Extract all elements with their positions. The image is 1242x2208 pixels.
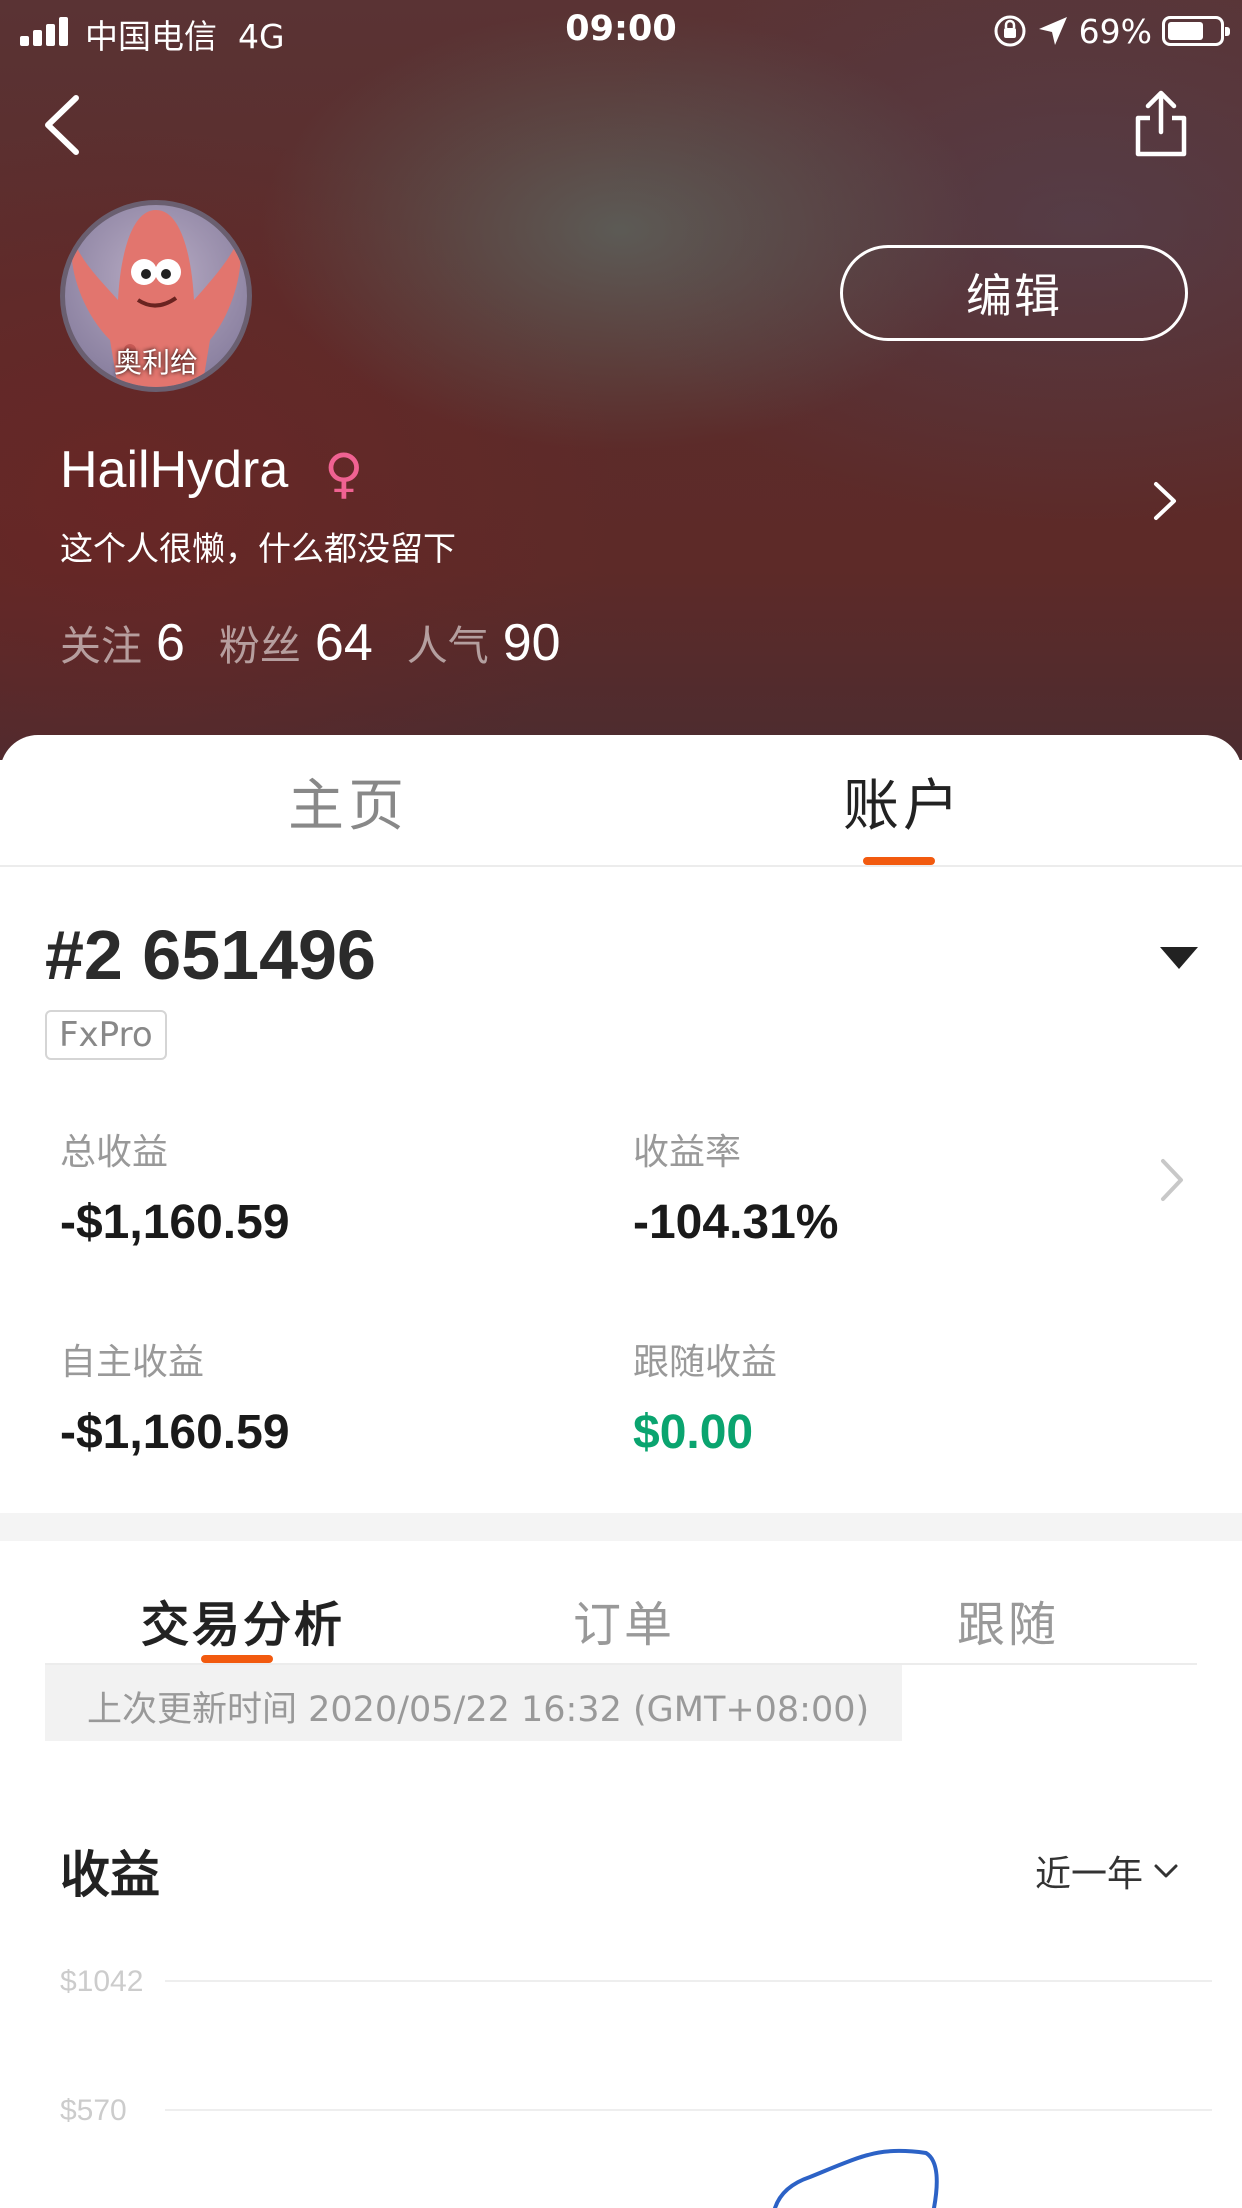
battery-icon — [1162, 16, 1230, 46]
chevron-right-icon[interactable] — [1150, 478, 1180, 524]
earnings-section-title: 收益 — [60, 1846, 160, 1904]
earnings-line-chart: $1042 $570 — [60, 1965, 1212, 2208]
last-update-banner: 上次更新时间 2020/05/22 16:32 (GMT+08:00) — [45, 1665, 902, 1741]
metric-copy-earnings-value: $0.00 — [633, 1406, 754, 1459]
stat-following[interactable]: 关注 6 — [60, 612, 185, 673]
stat-value: 64 — [314, 614, 373, 672]
metric-total-earnings-label: 总收益 — [60, 1132, 169, 1173]
stat-label: 粉丝 — [218, 622, 301, 670]
avatar[interactable]: 奥利给 — [60, 200, 252, 392]
location-arrow-icon — [1038, 17, 1067, 45]
broker-badge: FxPro — [45, 1010, 167, 1060]
tab-home[interactable]: 主页 — [288, 761, 408, 842]
female-gender-icon: ♀ — [324, 442, 364, 505]
metric-return-rate-label: 收益率 — [633, 1132, 742, 1173]
metric-self-earnings-label: 自主收益 — [60, 1342, 205, 1383]
tab-trade-analysis[interactable]: 交易分析 — [141, 1585, 345, 1655]
stat-value: 90 — [502, 614, 561, 672]
status-right: 69% — [993, 10, 1230, 52]
profile-bio: 这个人很懒，什么都没留下 — [60, 529, 456, 568]
share-icon[interactable] — [1130, 88, 1192, 160]
back-arrow-icon[interactable] — [36, 90, 96, 160]
edit-profile-button[interactable]: 编辑 — [840, 245, 1188, 341]
banner-corner — [902, 1665, 972, 1741]
section-divider — [0, 1513, 1242, 1541]
avatar-caption: 奥利给 — [113, 346, 198, 379]
stat-value: 6 — [156, 614, 185, 672]
metric-self-earnings-value: -$1,160.59 — [60, 1406, 290, 1459]
period-select-label: 近一年 — [1035, 1854, 1144, 1895]
battery-percent: 69% — [1078, 11, 1152, 51]
stat-label: 关注 — [60, 622, 142, 670]
stat-followers[interactable]: 粉丝 64 — [219, 612, 373, 673]
tab-account[interactable]: 账户 — [843, 761, 963, 842]
chevron-right-icon[interactable] — [1157, 1155, 1187, 1205]
account-card: 主页 账户 #2 651496 FxPro 总收益 -$1,160.59 收益率… — [0, 735, 1242, 2208]
metric-copy-earnings-label: 跟随收益 — [633, 1342, 778, 1383]
username: HailHydra — [60, 441, 289, 499]
active-subtab-indicator — [201, 1655, 273, 1663]
main-tabs: 主页 账户 — [0, 735, 1242, 867]
y-tick-label: $570 — [60, 2094, 127, 2127]
period-select[interactable]: 近一年 — [1035, 1845, 1179, 1897]
stat-label: 人气 — [406, 622, 489, 670]
metric-return-rate-value: -104.31% — [633, 1196, 839, 1249]
profile-header: 中国电信 4G 09:00 69% 奥利给 编辑 HailHydra ♀ 这个人… — [0, 0, 1242, 760]
rotation-lock-icon — [994, 15, 1026, 47]
tab-follow[interactable]: 跟随 — [957, 1585, 1059, 1655]
chevron-down-icon — [1154, 1864, 1178, 1878]
active-tab-indicator — [863, 857, 935, 865]
analysis-tabs: 交易分析 订单 跟随 — [45, 1541, 1197, 1665]
last-update-text: 上次更新时间 2020/05/22 16:32 (GMT+08:00) — [87, 1690, 870, 1730]
status-bar: 中国电信 4G 09:00 69% — [0, 0, 1242, 62]
earnings-series-line — [773, 2149, 939, 2208]
caret-down-icon[interactable] — [1160, 947, 1198, 969]
metric-total-earnings-value: -$1,160.59 — [60, 1196, 290, 1249]
y-tick-label: $1042 — [60, 1965, 143, 1998]
stat-popularity: 人气 90 — [407, 612, 561, 673]
profile-stats: 关注 6 粉丝 64 人气 90 — [60, 612, 595, 673]
account-number: #2 651496 — [45, 916, 376, 994]
tab-orders[interactable]: 订单 — [573, 1585, 675, 1655]
